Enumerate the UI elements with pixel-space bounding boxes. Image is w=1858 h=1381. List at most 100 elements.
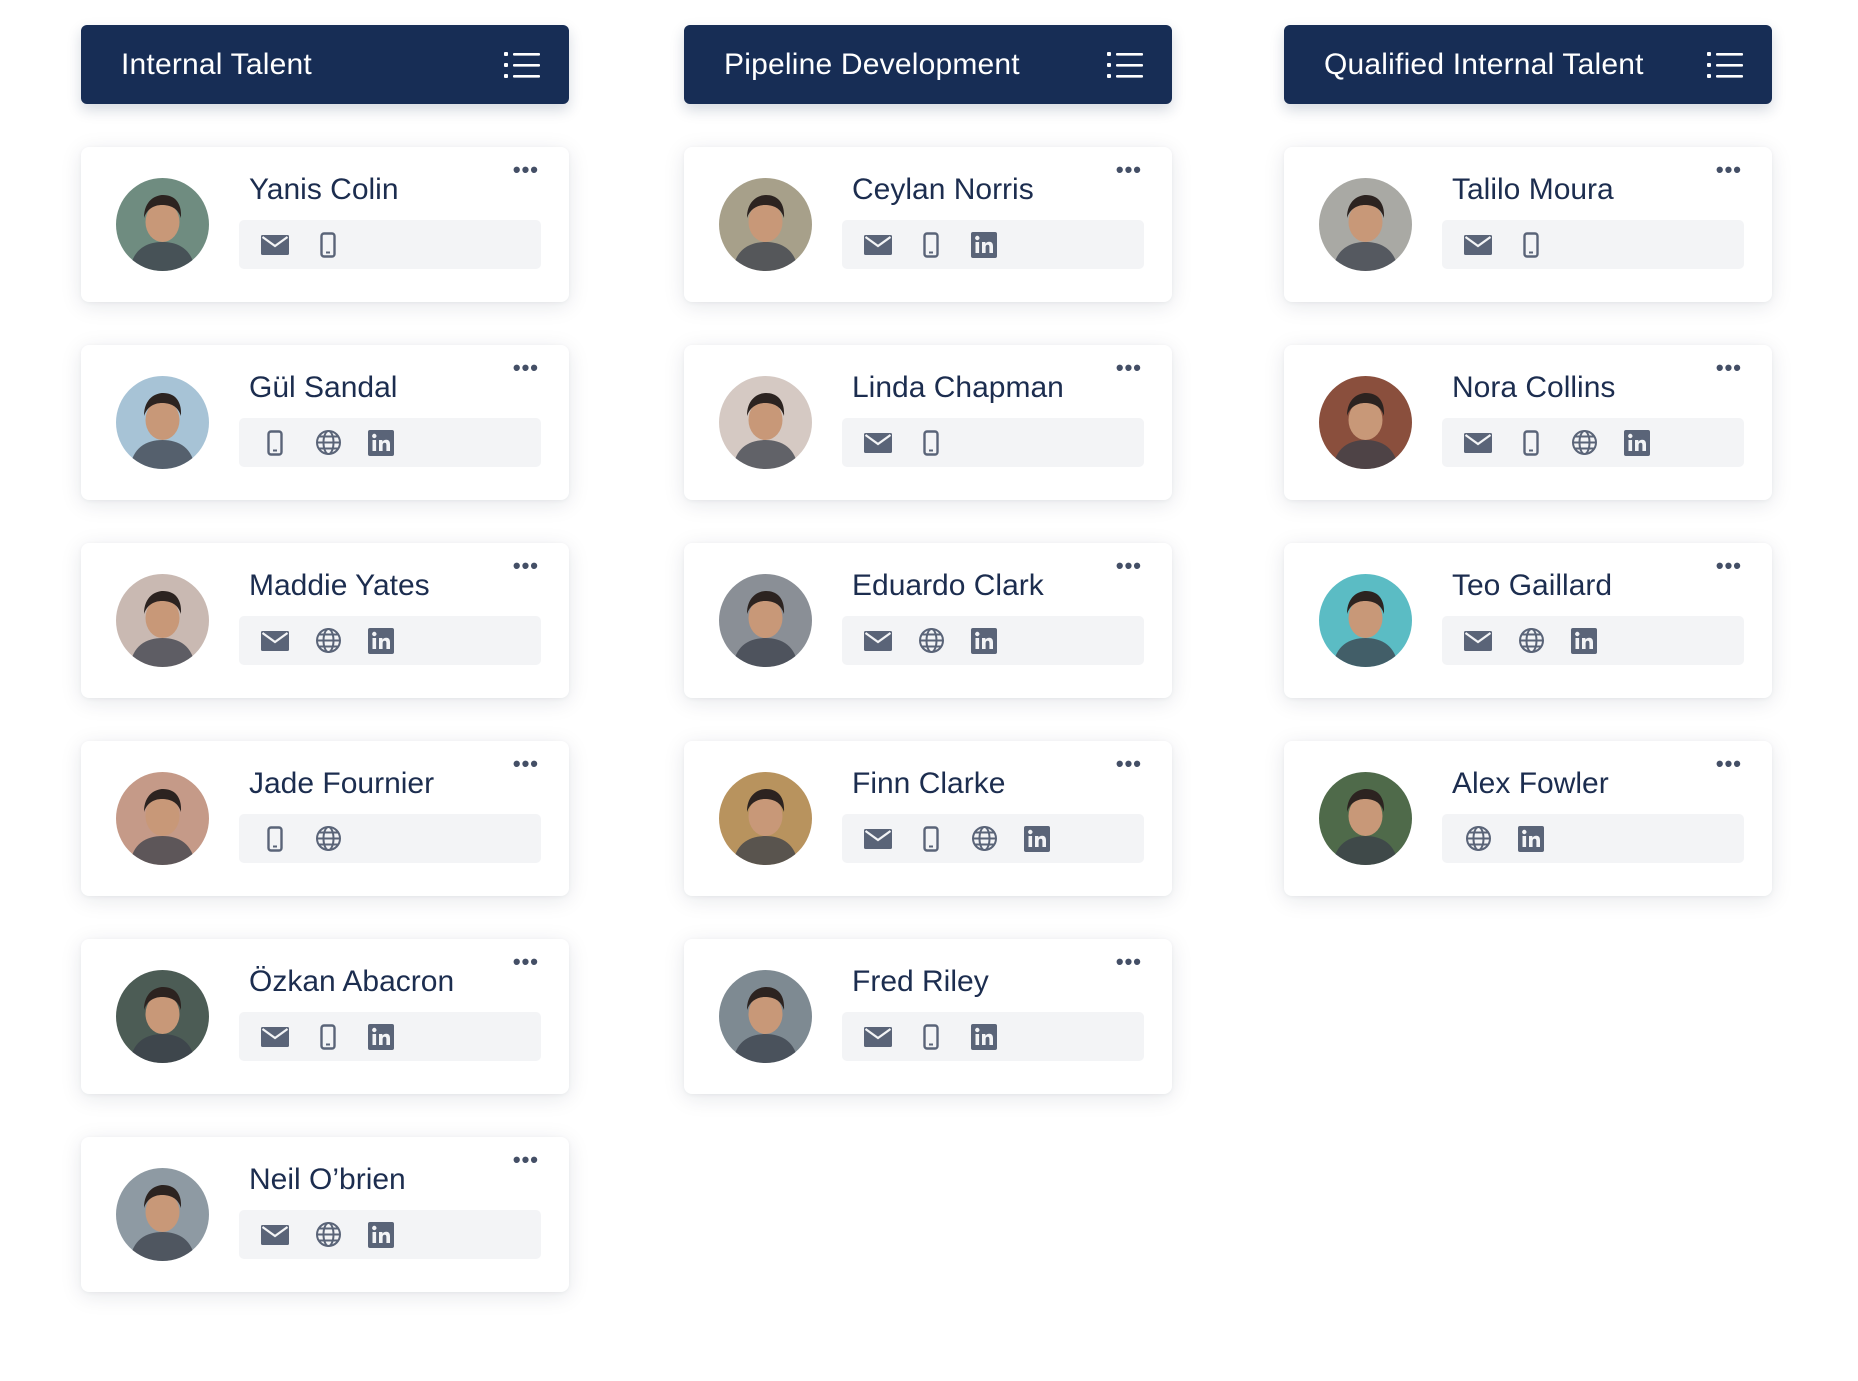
more-options-icon[interactable]: ••• (513, 753, 539, 775)
column-header: Internal Talent (81, 25, 569, 104)
avatar (1319, 376, 1412, 469)
more-options-icon[interactable]: ••• (1716, 357, 1742, 379)
contact-name: Fred Riley (852, 965, 989, 998)
contact-card[interactable]: Yanis Colin ••• (81, 147, 569, 302)
list-icon[interactable] (1707, 51, 1743, 79)
contact-methods-bar (239, 814, 541, 863)
phone-icon[interactable] (917, 1023, 945, 1051)
globe-icon[interactable] (314, 825, 342, 853)
contact-card[interactable]: Gül Sandal ••• (81, 345, 569, 500)
globe-icon[interactable] (1464, 825, 1492, 853)
linkedin-icon[interactable] (1023, 825, 1051, 853)
email-icon[interactable] (864, 627, 892, 655)
more-options-icon[interactable]: ••• (1116, 159, 1142, 181)
contact-card[interactable]: Eduardo Clark ••• (684, 543, 1172, 698)
linkedin-icon[interactable] (1570, 627, 1598, 655)
card-list: Ceylan Norris ••• Linda Chapman ••• Eduardo … (684, 147, 1172, 1094)
contact-card[interactable]: Finn Clarke ••• (684, 741, 1172, 896)
email-icon[interactable] (864, 231, 892, 259)
contact-name: Gül Sandal (249, 371, 398, 404)
more-options-icon[interactable]: ••• (1116, 555, 1142, 577)
phone-icon[interactable] (314, 231, 342, 259)
more-options-icon[interactable]: ••• (513, 1149, 539, 1171)
avatar (116, 772, 209, 865)
linkedin-icon[interactable] (970, 1023, 998, 1051)
contact-card[interactable]: Nora Collins ••• (1284, 345, 1772, 500)
phone-icon[interactable] (261, 825, 289, 853)
list-icon[interactable] (1107, 51, 1143, 79)
phone-icon[interactable] (1517, 231, 1545, 259)
column-qualified-internal-talent: Qualified Internal Talent Talilo Moura •••… (1284, 25, 1772, 896)
phone-icon[interactable] (314, 1023, 342, 1051)
contact-methods-bar (239, 418, 541, 467)
contact-name: Teo Gaillard (1452, 569, 1613, 602)
linkedin-icon[interactable] (970, 627, 998, 655)
globe-icon[interactable] (1570, 429, 1598, 457)
contact-methods-bar (1442, 814, 1744, 863)
more-options-icon[interactable]: ••• (1716, 555, 1742, 577)
email-icon[interactable] (1464, 231, 1492, 259)
contact-methods-bar (239, 616, 541, 665)
contact-card[interactable]: Ceylan Norris ••• (684, 147, 1172, 302)
more-options-icon[interactable]: ••• (513, 159, 539, 181)
linkedin-icon[interactable] (367, 429, 395, 457)
linkedin-icon[interactable] (970, 231, 998, 259)
contact-card[interactable]: Teo Gaillard ••• (1284, 543, 1772, 698)
more-options-icon[interactable]: ••• (1116, 753, 1142, 775)
avatar (719, 970, 812, 1063)
email-icon[interactable] (1464, 429, 1492, 457)
contact-methods-bar (842, 814, 1144, 863)
avatar (116, 1168, 209, 1261)
contact-name: Finn Clarke (852, 767, 1006, 800)
contact-card[interactable]: Fred Riley ••• (684, 939, 1172, 1094)
avatar (719, 772, 812, 865)
globe-icon[interactable] (314, 627, 342, 655)
linkedin-icon[interactable] (1517, 825, 1545, 853)
phone-icon[interactable] (261, 429, 289, 457)
globe-icon[interactable] (970, 825, 998, 853)
contact-methods-bar (842, 616, 1144, 665)
more-options-icon[interactable]: ••• (513, 555, 539, 577)
email-icon[interactable] (864, 825, 892, 853)
phone-icon[interactable] (1517, 429, 1545, 457)
email-icon[interactable] (864, 429, 892, 457)
email-icon[interactable] (261, 1221, 289, 1249)
email-icon[interactable] (261, 1023, 289, 1051)
email-icon[interactable] (261, 231, 289, 259)
avatar (719, 376, 812, 469)
phone-icon[interactable] (917, 429, 945, 457)
card-list: Talilo Moura ••• Nora Collins ••• Teo Gailla… (1284, 147, 1772, 896)
phone-icon[interactable] (917, 825, 945, 853)
email-icon[interactable] (864, 1023, 892, 1051)
contact-card[interactable]: Maddie Yates ••• (81, 543, 569, 698)
linkedin-icon[interactable] (367, 1023, 395, 1051)
globe-icon[interactable] (314, 429, 342, 457)
phone-icon[interactable] (917, 231, 945, 259)
column-pipeline-development: Pipeline Development Ceylan Norris ••• Lind… (684, 25, 1172, 1094)
avatar (116, 178, 209, 271)
more-options-icon[interactable]: ••• (1116, 357, 1142, 379)
more-options-icon[interactable]: ••• (513, 357, 539, 379)
more-options-icon[interactable]: ••• (513, 951, 539, 973)
globe-icon[interactable] (1517, 627, 1545, 655)
globe-icon[interactable] (917, 627, 945, 655)
more-options-icon[interactable]: ••• (1716, 753, 1742, 775)
email-icon[interactable] (261, 627, 289, 655)
contact-card[interactable]: Neil O’brien ••• (81, 1137, 569, 1292)
more-options-icon[interactable]: ••• (1716, 159, 1742, 181)
email-icon[interactable] (1464, 627, 1492, 655)
contact-card[interactable]: Jade Fournier ••• (81, 741, 569, 896)
contact-methods-bar (239, 220, 541, 269)
more-options-icon[interactable]: ••• (1116, 951, 1142, 973)
contact-card[interactable]: Linda Chapman ••• (684, 345, 1172, 500)
contact-card[interactable]: Talilo Moura ••• (1284, 147, 1772, 302)
contact-card[interactable]: Alex Fowler ••• (1284, 741, 1772, 896)
contact-methods-bar (239, 1210, 541, 1259)
contact-card[interactable]: Özkan Abacron ••• (81, 939, 569, 1094)
linkedin-icon[interactable] (367, 1221, 395, 1249)
contact-methods-bar (1442, 220, 1744, 269)
linkedin-icon[interactable] (367, 627, 395, 655)
list-icon[interactable] (504, 51, 540, 79)
globe-icon[interactable] (314, 1221, 342, 1249)
linkedin-icon[interactable] (1623, 429, 1651, 457)
